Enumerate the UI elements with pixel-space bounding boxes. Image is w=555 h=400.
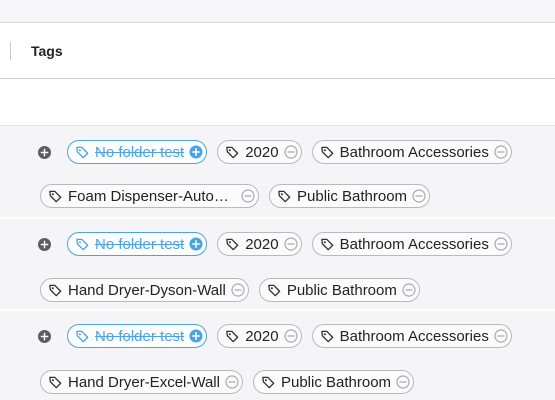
tag-chip[interactable]: 2020 [217, 232, 302, 256]
tag-label: 2020 [245, 327, 279, 345]
tag-label: No folder test [95, 143, 185, 161]
tag-label: Foam Dispenser-Automatic [68, 187, 236, 205]
tag-label: Hand Dryer-Excel-Wall [68, 373, 220, 391]
tag-icon [76, 238, 89, 250]
add-tag-icon[interactable] [38, 238, 51, 251]
tag-chip[interactable]: Bathroom Accessories [311, 232, 512, 256]
minus-circle-icon[interactable] [494, 237, 508, 251]
tag-icon [320, 146, 333, 158]
minus-circle-icon[interactable] [402, 283, 416, 297]
add-circle-icon[interactable] [189, 237, 203, 251]
minus-circle-icon[interactable] [396, 375, 410, 389]
minus-circle-icon[interactable] [231, 283, 245, 297]
tag-chip[interactable]: Hand Dryer-Dyson-Wall [40, 278, 249, 302]
tag-label: Public Bathroom [280, 373, 392, 391]
tag-chip-folder[interactable]: No folder test [67, 324, 208, 348]
tag-label: Bathroom Accessories [339, 235, 489, 253]
tag-chip[interactable]: Public Bathroom [269, 184, 431, 208]
minus-circle-icon[interactable] [283, 145, 298, 159]
table-header: Tags [0, 23, 555, 79]
minus-circle-icon[interactable] [225, 375, 239, 389]
tag-icon [49, 190, 62, 202]
table-row: No folder test 2020 Bathroom Accessories… [0, 311, 555, 400]
tag-chip[interactable]: Bathroom Accessories [311, 324, 512, 348]
minus-circle-icon[interactable] [494, 145, 508, 159]
tag-label: Bathroom Accessories [339, 327, 489, 345]
tag-label: Public Bathroom [286, 281, 397, 299]
tag-icon [76, 330, 89, 342]
tag-icon [320, 238, 333, 250]
tag-label: 2020 [245, 235, 279, 253]
tag-chip[interactable]: Foam Dispenser-Automatic [40, 184, 259, 208]
tag-chip[interactable]: 2020 [217, 140, 302, 164]
minus-circle-icon[interactable] [241, 189, 255, 203]
tag-icon [226, 146, 239, 158]
tag-chip[interactable]: Hand Dryer-Excel-Wall [40, 370, 243, 394]
tag-chip[interactable]: Public Bathroom [258, 278, 420, 302]
tag-icon [226, 238, 239, 250]
add-circle-icon[interactable] [189, 145, 203, 159]
tag-chip-folder[interactable]: No folder test [67, 232, 208, 256]
tag-label: Public Bathroom [297, 187, 408, 205]
minus-circle-icon[interactable] [283, 237, 298, 251]
column-header-tags[interactable]: Tags [31, 43, 63, 59]
tag-icon [268, 284, 281, 296]
minus-circle-icon[interactable] [494, 329, 508, 343]
tag-label: No folder test [95, 235, 185, 253]
tag-icon [226, 330, 239, 342]
tag-label: 2020 [245, 143, 279, 161]
column-divider[interactable] [10, 42, 11, 60]
minus-circle-icon[interactable] [283, 329, 298, 343]
tag-icon [320, 330, 333, 342]
tag-icon [76, 146, 89, 158]
tag-icon [49, 284, 62, 296]
minus-circle-icon[interactable] [412, 189, 426, 203]
tag-icon [49, 376, 62, 388]
tag-chip[interactable]: 2020 [217, 324, 302, 348]
tag-icon [278, 190, 291, 202]
table-row: No folder test 2020 Bathroom Accessories… [0, 126, 555, 218]
table-row: No folder test 2020 Bathroom Accessories… [0, 219, 555, 310]
tag-icon [262, 376, 275, 388]
empty-row [0, 79, 555, 126]
tag-label: Hand Dryer-Dyson-Wall [68, 281, 226, 299]
tag-chip-folder[interactable]: No folder test [67, 140, 208, 164]
tag-label: No folder test [95, 327, 185, 345]
tag-label: Bathroom Accessories [339, 143, 489, 161]
add-tag-icon[interactable] [38, 330, 51, 343]
add-circle-icon[interactable] [189, 329, 203, 343]
add-tag-icon[interactable] [38, 146, 51, 159]
tag-chip[interactable]: Public Bathroom [252, 370, 415, 394]
tag-chip[interactable]: Bathroom Accessories [311, 140, 512, 164]
top-bar [0, 0, 555, 23]
